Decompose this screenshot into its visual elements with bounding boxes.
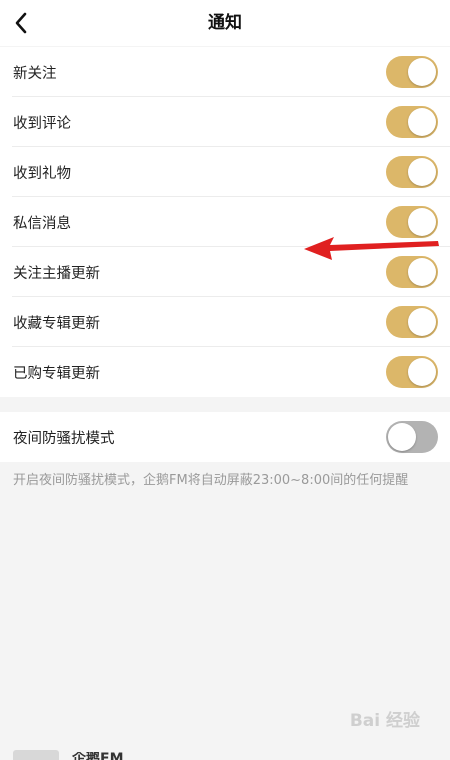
setting-row-gifts: 收到礼物	[0, 147, 450, 197]
favorited-album-updates-toggle[interactable]	[386, 306, 438, 338]
notification-settings-list: 新关注 收到评论 收到礼物 私信消息 关注主播更新 收藏专辑更新 已购专辑更新	[0, 47, 450, 397]
setting-row-night-mode: 夜间防骚扰模式	[0, 412, 450, 462]
toggle-knob	[408, 358, 436, 386]
toggle-knob	[408, 208, 436, 236]
bottom-item-thumbnail	[13, 750, 59, 760]
setting-row-new-follower: 新关注	[0, 47, 450, 97]
setting-row-comments: 收到评论	[0, 97, 450, 147]
purchased-album-updates-toggle[interactable]	[386, 356, 438, 388]
top-bar: 通知	[0, 0, 450, 46]
night-mode-toggle[interactable]	[386, 421, 438, 453]
setting-row-followed-host-updates: 关注主播更新	[0, 247, 450, 297]
setting-row-purchased-album-updates: 已购专辑更新	[0, 347, 450, 397]
page-title: 通知	[208, 13, 242, 33]
watermark: Bai 经验	[350, 706, 420, 731]
private-messages-toggle[interactable]	[386, 206, 438, 238]
toggle-knob	[408, 58, 436, 86]
setting-label: 收到评论	[13, 115, 71, 132]
setting-label: 夜间防骚扰模式	[13, 430, 115, 447]
comments-toggle[interactable]	[386, 106, 438, 138]
setting-label: 关注主播更新	[13, 265, 100, 282]
toggle-knob	[408, 258, 436, 286]
watermark-text: Bai 经验	[349, 711, 420, 731]
followed-host-updates-toggle[interactable]	[386, 256, 438, 288]
gifts-toggle[interactable]	[386, 156, 438, 188]
setting-row-favorited-album-updates: 收藏专辑更新	[0, 297, 450, 347]
toggle-knob	[388, 423, 416, 451]
setting-row-private-messages: 私信消息	[0, 197, 450, 247]
toggle-knob	[408, 158, 436, 186]
setting-label: 新关注	[13, 65, 57, 82]
toggle-knob	[408, 108, 436, 136]
bottom-item-title: 企鹅FM	[72, 752, 124, 760]
night-mode-hint: 开启夜间防骚扰模式，企鹅FM将自动屏蔽23:00~8:00间的任何提醒	[13, 473, 409, 488]
new-follower-toggle[interactable]	[386, 56, 438, 88]
toggle-knob	[408, 308, 436, 336]
setting-label: 私信消息	[13, 215, 71, 232]
setting-label: 收到礼物	[13, 165, 71, 182]
setting-label: 已购专辑更新	[13, 365, 100, 382]
setting-label: 收藏专辑更新	[13, 315, 100, 332]
night-mode-section: 夜间防骚扰模式	[0, 412, 450, 462]
